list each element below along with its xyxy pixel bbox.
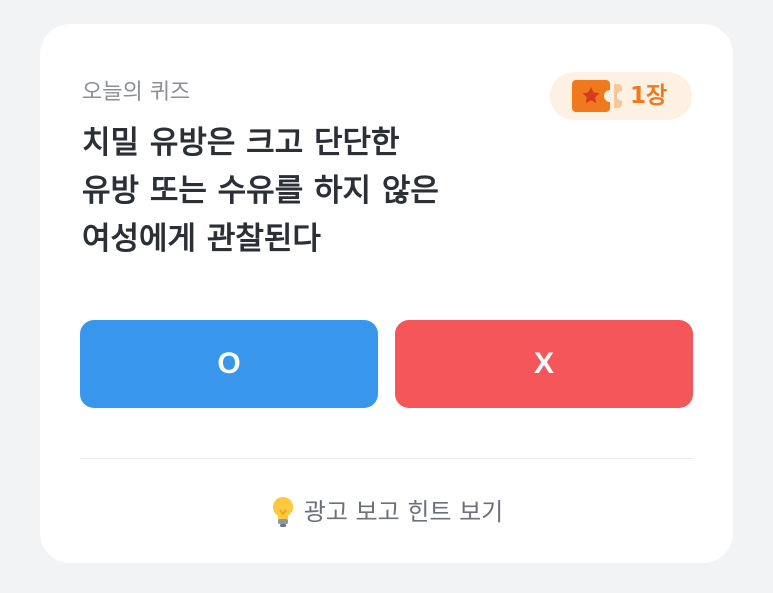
ticket-badge: 1장 xyxy=(550,72,692,120)
lightbulb-icon xyxy=(272,497,293,527)
divider xyxy=(80,458,693,459)
hint-label: 광고 보고 힌트 보기 xyxy=(303,498,504,526)
quiz-card: 오늘의 퀴즈 1장 치밀 유방은 크고 단단한 유방 또는 수유를 하지 않은 … xyxy=(40,24,733,563)
answer-o-button[interactable]: O xyxy=(80,320,378,408)
ticket-count: 1장 xyxy=(630,83,668,109)
quiz-question: 치밀 유방은 크고 단단한 유방 또는 수유를 하지 않은 여성에게 관찰된다 xyxy=(82,125,439,257)
quiz-label: 오늘의 퀴즈 xyxy=(82,80,191,105)
hint-button[interactable]: 광고 보고 힌트 보기 xyxy=(40,494,733,530)
answer-x-button[interactable]: X xyxy=(395,320,693,408)
ticket-star-icon xyxy=(572,80,622,112)
